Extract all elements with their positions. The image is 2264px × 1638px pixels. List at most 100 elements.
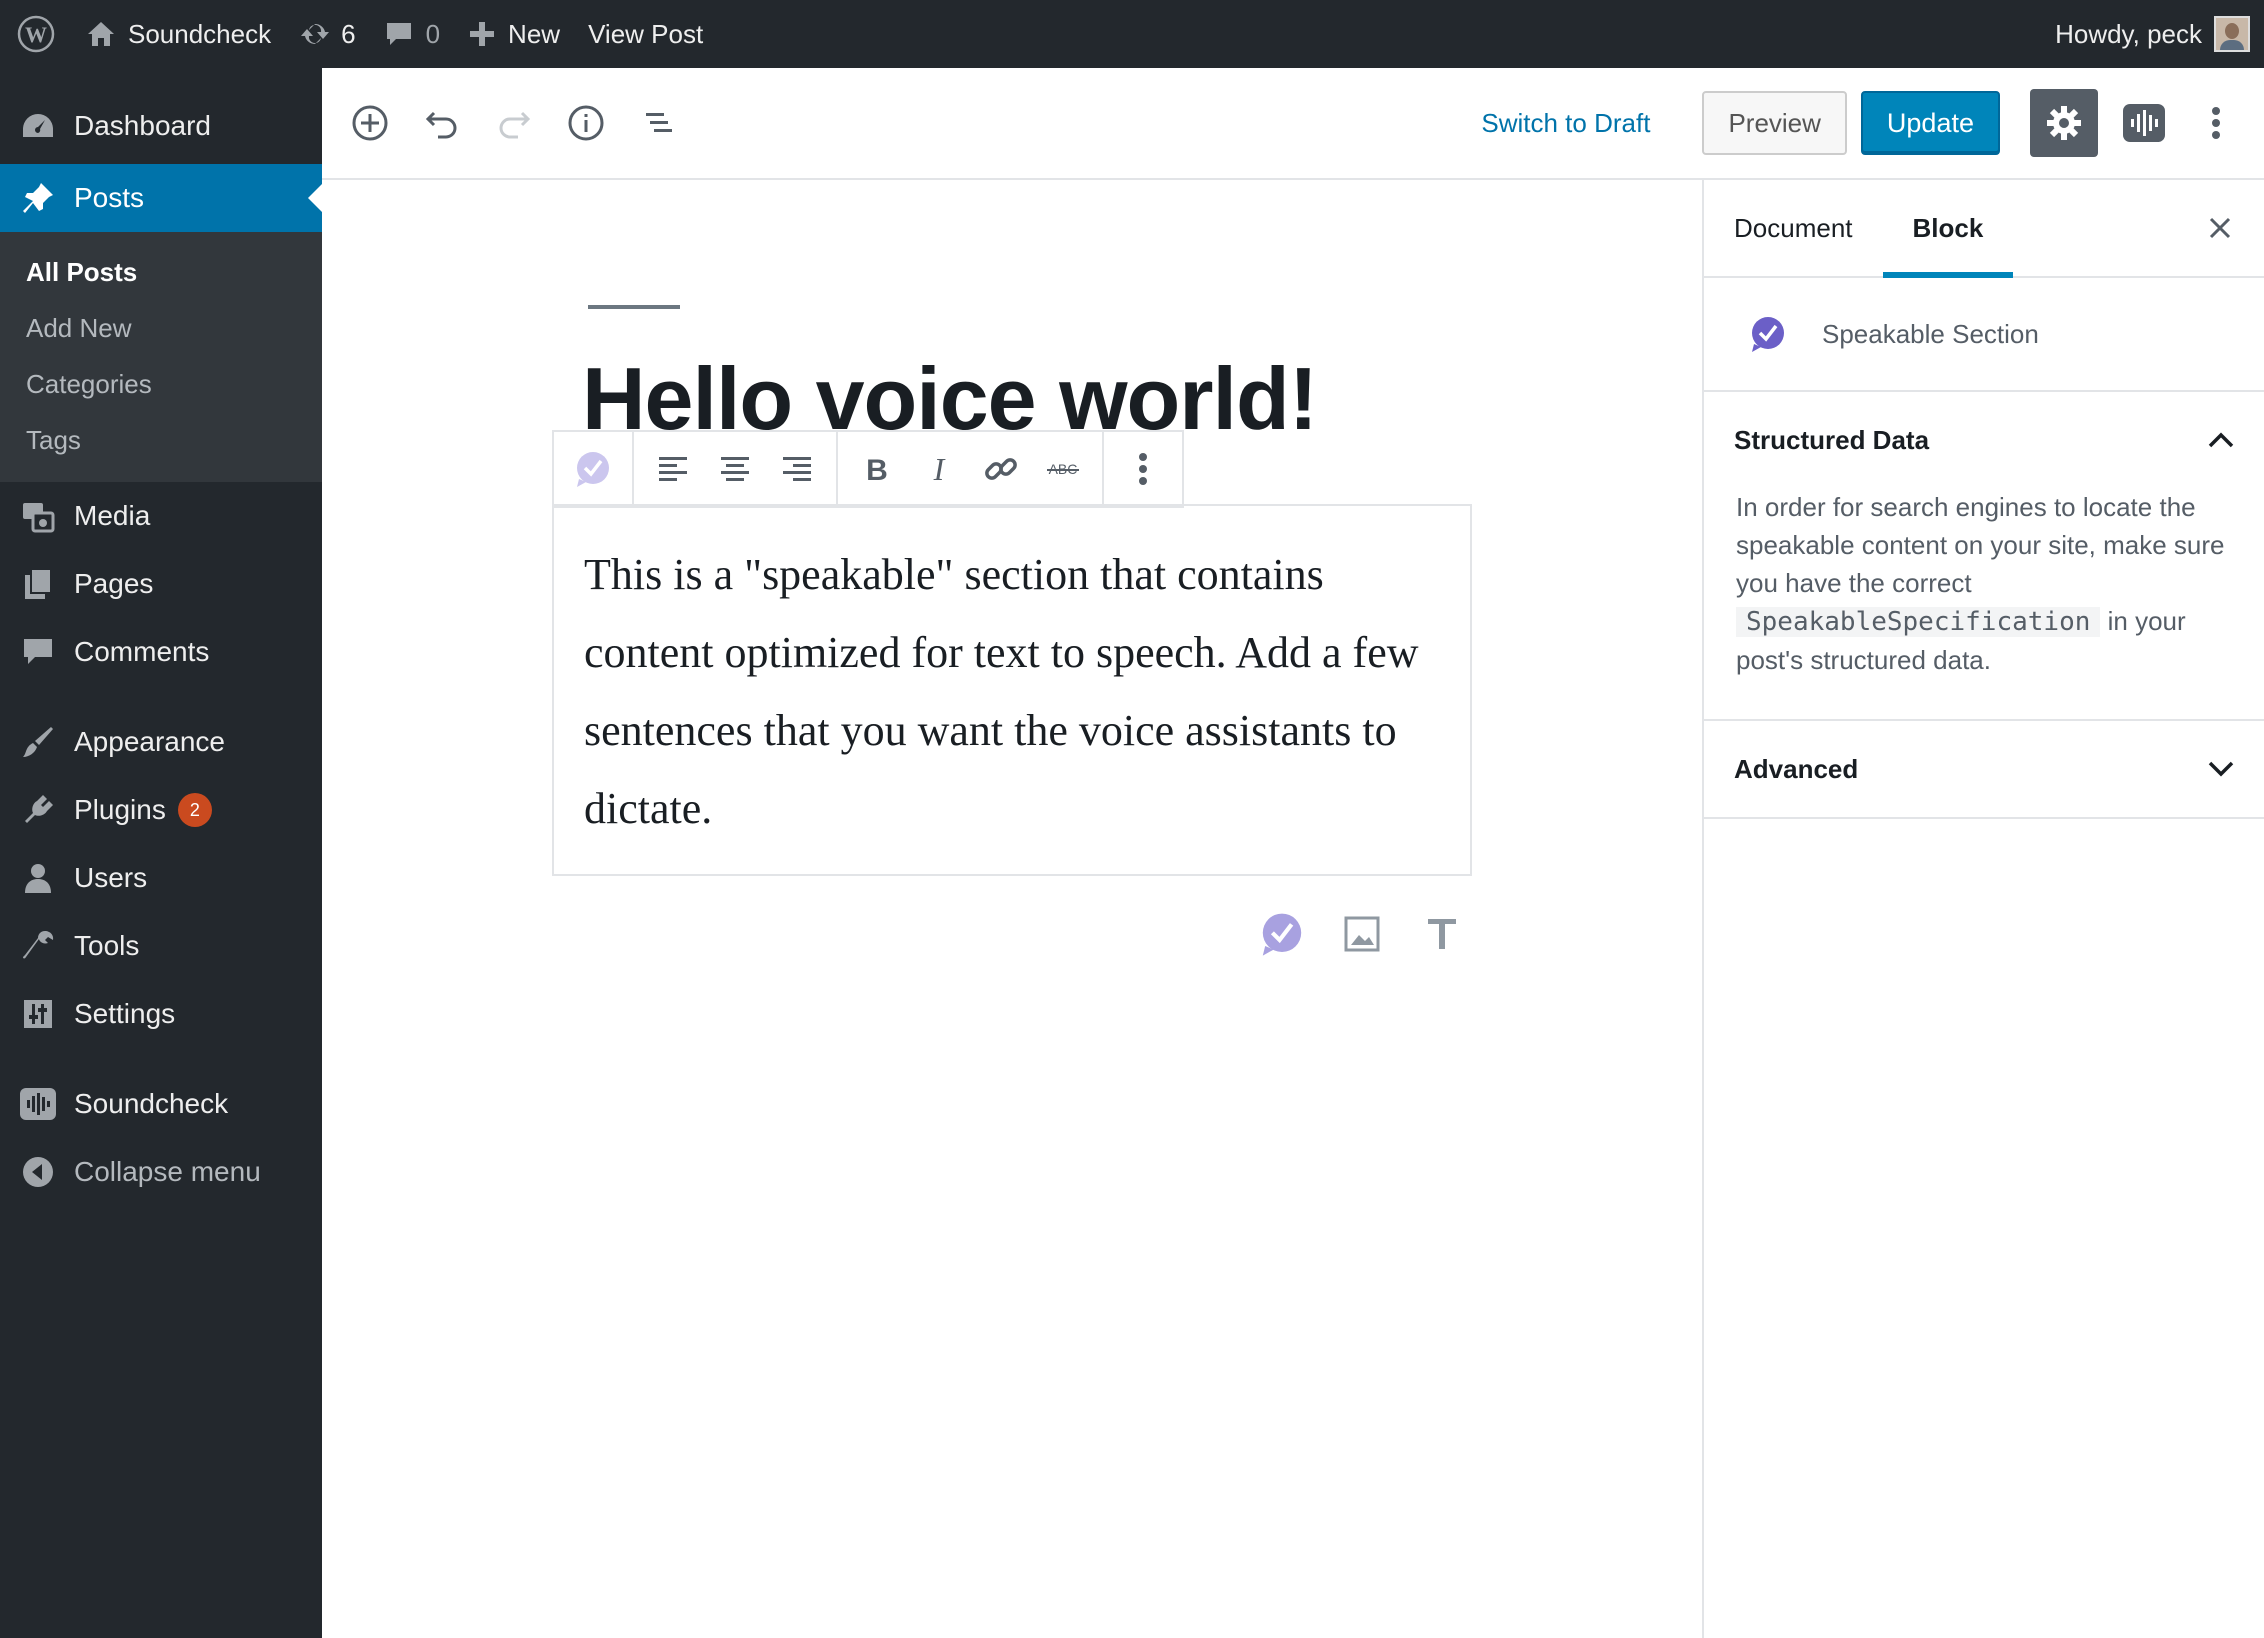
soundcheck-waveform-icon [20, 1086, 56, 1122]
block-navigation-button[interactable] [630, 95, 686, 151]
plus-circle-icon [352, 105, 388, 141]
advanced-toggle[interactable]: Advanced [1704, 721, 2264, 817]
add-block-button[interactable] [342, 95, 398, 151]
block-switcher-group [554, 430, 634, 508]
sidebar-item-media[interactable]: Media [0, 482, 322, 550]
insert-heading-button[interactable] [1412, 904, 1472, 964]
strikethrough-button[interactable]: ABC [1032, 438, 1094, 500]
align-right-button[interactable] [766, 438, 828, 500]
more-tools-button[interactable] [2182, 89, 2250, 157]
sidebar-item-label: Tools [74, 930, 140, 961]
sidebar-item-tools[interactable]: Tools [0, 912, 322, 980]
text-heading-icon [1428, 919, 1456, 949]
alignment-group [634, 430, 838, 508]
update-button[interactable]: Update [1860, 91, 2000, 155]
speakable-text[interactable]: This is a "speakable" section that conta… [584, 536, 1444, 848]
sidebar-item-label: Settings [74, 998, 176, 1029]
tab-block[interactable]: Block [1882, 180, 2014, 278]
submenu-item-all-posts[interactable]: All Posts [0, 244, 322, 300]
soundcheck-plugin-button[interactable] [2110, 89, 2178, 157]
italic-button[interactable]: I [908, 438, 970, 500]
sidebar-item-settings[interactable]: Settings [0, 980, 322, 1048]
align-left-button[interactable] [642, 438, 704, 500]
posts-submenu: All Posts Add New Categories Tags [0, 232, 322, 482]
redo-icon [499, 111, 531, 139]
sidebar-item-posts[interactable]: Posts [0, 164, 322, 232]
svg-text:B: B [866, 454, 888, 486]
close-sidebar-button[interactable] [2202, 210, 2238, 246]
sidebar-item-label: Dashboard [74, 110, 211, 141]
sidebar-item-dashboard[interactable]: Dashboard [0, 92, 322, 160]
wordpress-logo-icon[interactable]: W [0, 0, 72, 68]
insert-image-button[interactable] [1332, 904, 1392, 964]
settings-sliders-icon [20, 996, 56, 1032]
wordpress-logo-svg: W [17, 15, 55, 53]
collapse-menu-button[interactable]: Collapse menu [0, 1138, 322, 1206]
submenu-item-tags[interactable]: Tags [0, 412, 322, 468]
gear-icon [2047, 106, 2081, 140]
admin-bar: W Soundcheck 6 0 New View Post Howdy, pe… [0, 0, 2264, 68]
structured-data-panel: Structured Data In order for search engi… [1704, 392, 2264, 721]
redo-button[interactable] [486, 95, 542, 151]
italic-icon: I [933, 452, 946, 486]
sidebar-item-appearance[interactable]: Appearance [0, 708, 322, 776]
submenu-item-add-new[interactable]: Add New [0, 300, 322, 356]
greeting: Howdy, peck [2055, 18, 2202, 49]
svg-text:I: I [933, 452, 946, 486]
align-center-button[interactable] [704, 438, 766, 500]
view-post-link[interactable]: View Post [574, 0, 717, 68]
strikethrough-icon: ABC [1047, 461, 1079, 477]
dashboard-gauge-icon [20, 108, 56, 144]
sidebar-item-soundcheck[interactable]: Soundcheck [0, 1070, 322, 1138]
comments-link[interactable]: 0 [370, 0, 454, 68]
new-content-link[interactable]: New [454, 0, 574, 68]
sidebar-item-plugins[interactable]: Plugins 2 [0, 776, 322, 844]
submenu-item-categories[interactable]: Categories [0, 356, 322, 412]
plus-icon [470, 22, 495, 46]
list-outline-icon [646, 113, 672, 132]
block-type-switcher[interactable] [562, 438, 624, 500]
more-vertical-icon [1139, 453, 1147, 485]
plugin-icon [20, 792, 56, 828]
structured-data-toggle[interactable]: Structured Data [1704, 392, 2264, 488]
updates-icon [301, 23, 330, 45]
undo-button[interactable] [414, 95, 470, 151]
speakable-check-icon [577, 452, 609, 487]
updates-link[interactable]: 6 [285, 0, 369, 68]
view-post-label: View Post [588, 18, 704, 49]
bold-button[interactable]: B [846, 438, 908, 500]
tab-document[interactable]: Document [1704, 180, 1883, 276]
sidebar-item-label: Comments [74, 636, 210, 667]
sidebar-item-label: Collapse menu [74, 1156, 261, 1187]
sidebar-item-users[interactable]: Users [0, 844, 322, 912]
sidebar-item-pages[interactable]: Pages [0, 550, 322, 618]
preview-button[interactable]: Preview [1702, 91, 1847, 155]
block-more-options-button[interactable] [1112, 438, 1174, 500]
settings-sidebar: Document Block Speakable Section Structu… [1702, 180, 2264, 1638]
link-button[interactable] [970, 438, 1032, 500]
new-label: New [508, 18, 561, 49]
plugins-update-badge: 2 [177, 793, 212, 827]
sidebar-item-label: Plugins [74, 794, 166, 825]
panel-title: Advanced [1734, 753, 1859, 784]
sidebar-item-label: Media [74, 500, 151, 531]
switch-to-draft-button[interactable]: Switch to Draft [1481, 108, 1650, 139]
more-options-group [1104, 430, 1182, 508]
sidebar-tabs: Document Block [1704, 180, 2264, 278]
settings-toggle-button[interactable] [2030, 89, 2098, 157]
insert-speakable-button[interactable] [1252, 904, 1312, 964]
speakable-section-block[interactable]: This is a "speakable" section that conta… [552, 504, 1472, 876]
pages-icon [20, 566, 56, 602]
speakable-check-icon [1752, 317, 1784, 352]
link-icon [985, 458, 1017, 480]
sidebar-item-comments[interactable]: Comments [0, 618, 322, 686]
pushpin-icon [20, 180, 56, 216]
site-name-link[interactable]: Soundcheck [72, 0, 285, 68]
advanced-panel: Advanced [1704, 721, 2264, 819]
media-icon [20, 498, 56, 534]
image-icon [1344, 916, 1380, 952]
speakable-check-icon [1262, 913, 1302, 956]
account-menu[interactable]: Howdy, peck [2041, 0, 2264, 68]
title-separator [588, 305, 680, 309]
content-info-button[interactable] [558, 95, 614, 151]
